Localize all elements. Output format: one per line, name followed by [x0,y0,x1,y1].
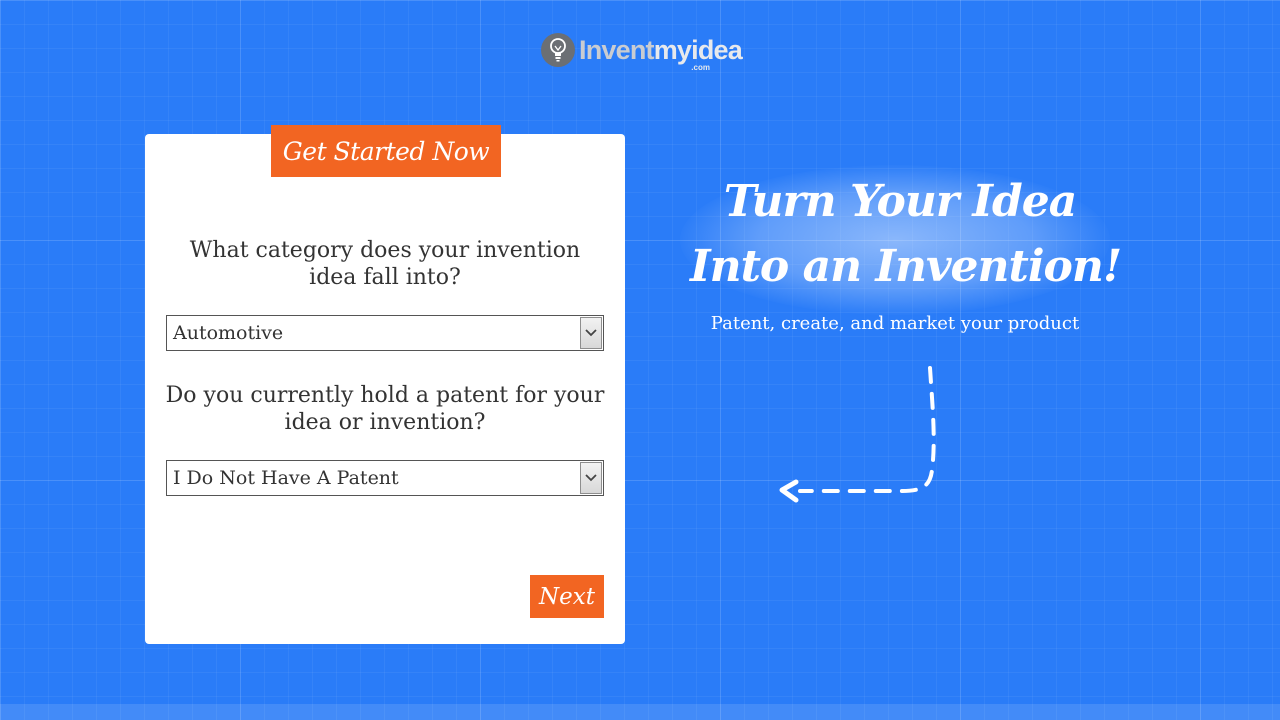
patent-select[interactable]: I Do Not Have A Patent [166,460,604,496]
logo-word-invent: Invent [579,34,655,65]
logo[interactable]: Inventmyidea .com [541,32,743,71]
logo-wordmark: Inventmyidea .com [579,34,743,71]
next-button[interactable]: Next [530,575,604,618]
patent-select-value: I Do Not Have A Patent [173,467,399,489]
category-select[interactable]: Automotive [166,315,604,351]
headline-line-2: Into an Invention! [690,241,1122,292]
get-started-tab: Get Started Now [271,125,501,177]
logo-word-myidea: myidea [653,34,743,65]
category-select-value: Automotive [173,322,284,344]
patent-question: Do you currently hold a patent for your … [165,383,605,435]
headline-line-1: Turn Your Idea [723,176,1077,227]
lightbulb-icon [541,33,575,67]
category-question: What category does your invention idea f… [189,238,581,290]
chevron-down-icon[interactable] [580,462,602,494]
dashed-arrow-icon [779,366,936,503]
subheadline: Patent, create, and market your product [710,313,1080,334]
bottom-strip [0,704,1280,720]
chevron-down-icon[interactable] [580,317,602,349]
logo-tld: .com [691,62,710,72]
